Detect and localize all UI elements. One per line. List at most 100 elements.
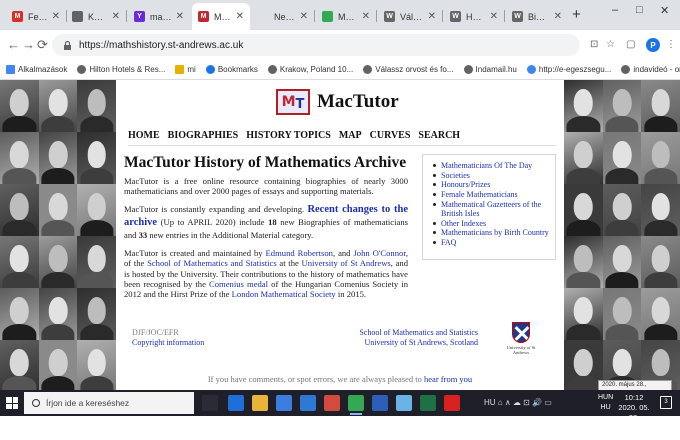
explorer-icon[interactable] <box>252 395 268 411</box>
reload-icon[interactable]: ⟳ <box>37 37 48 53</box>
task-view-icon[interactable] <box>202 395 218 411</box>
browser-tab[interactable]: Ymactutor hi ✕ <box>128 3 190 30</box>
tab-close-icon[interactable]: ✕ <box>362 11 370 22</box>
copyright-link[interactable]: Copyright information <box>132 338 204 348</box>
bookmark-item[interactable]: http://e-egeszsegu... <box>526 65 611 74</box>
john-oconnor-link[interactable]: John O'Connor <box>353 248 405 258</box>
university-crest-icon[interactable]: University of St Andrews <box>506 322 536 360</box>
link-honours-prizes[interactable]: Honours/Prizes <box>431 180 549 189</box>
edge-icon[interactable] <box>228 395 244 411</box>
browser-tab[interactable]: W Horváth Jáno ✕ <box>444 3 504 30</box>
nav-home[interactable]: HOME <box>128 130 160 145</box>
bookmark-item[interactable]: Bookmarks <box>205 65 258 74</box>
link-by-birth-country[interactable]: Mathematicians by Birth Country <box>431 228 549 237</box>
bookmark-item[interactable]: Alkalmazások <box>6 65 67 74</box>
bookmark-item[interactable]: Válassz orvost és fo... <box>363 65 454 74</box>
tab-title: MyWay <box>338 11 358 22</box>
tab-title: Vályi Gyula <box>400 11 424 22</box>
browser-tab[interactable]: New Tab ✕ <box>252 3 314 30</box>
back-icon[interactable]: ← <box>7 37 20 52</box>
tab-close-icon[interactable]: ✕ <box>52 11 60 22</box>
store-icon[interactable] <box>276 395 292 411</box>
nav-curves[interactable]: CURVES <box>370 130 411 145</box>
tab-close-icon[interactable]: ✕ <box>236 11 244 22</box>
tab-close-icon[interactable]: ✕ <box>490 11 498 22</box>
tab-close-icon[interactable]: ✕ <box>112 11 120 22</box>
nav-map[interactable]: MAP <box>339 130 362 145</box>
input-language[interactable]: HUN HU <box>598 393 613 413</box>
link-other-indexes[interactable]: Other Indexes <box>431 219 549 228</box>
excel-icon[interactable] <box>420 395 436 411</box>
bookmark-favicon-icon <box>526 65 536 74</box>
gift-icon[interactable] <box>324 395 340 411</box>
new-tab-button[interactable]: + <box>572 6 581 23</box>
link-female-mathematicians[interactable]: Female Mathematicians <box>431 190 549 199</box>
chrome-icon[interactable] <box>348 395 364 415</box>
comments-line: If you have comments, or spot errors, we… <box>207 374 473 384</box>
address-bar[interactable]: https://mathshistory.st-andrews.ac.uk <box>52 34 580 56</box>
link-mathematicians-of-the-day[interactable]: Mathematicians Of The Day <box>431 161 549 170</box>
mail-icon[interactable] <box>300 395 316 411</box>
bookmark-star-icon[interactable]: ☆ <box>606 39 615 50</box>
paint-icon[interactable] <box>396 395 412 411</box>
nav-biographies[interactable]: BIOGRAPHIES <box>168 130 239 145</box>
bookmark-item[interactable]: Krakow, Poland 10... <box>267 65 353 74</box>
browser-tab[interactable]: M MacTutor Hist ✕ <box>192 3 250 30</box>
comenius-medal-link[interactable]: Comenius medal <box>209 279 268 289</box>
tab-title: Horváth Jáno <box>466 11 486 22</box>
lms-link[interactable]: London Mathematical Society <box>232 289 336 299</box>
word-icon[interactable] <box>372 395 388 411</box>
notification-icon[interactable]: 3 <box>660 396 672 409</box>
acrobat-icon[interactable] <box>444 395 460 411</box>
bookmark-label: Alkalmazások <box>18 65 68 74</box>
about-paragraph: MacTutor is created and maintained by Ed… <box>124 247 408 300</box>
mathematician-portrait <box>77 80 116 132</box>
school-link[interactable]: School of Mathematics and Statistics <box>147 258 277 268</box>
nav-history-topics[interactable]: HISTORY TOPICS <box>246 130 331 145</box>
link-faq[interactable]: FAQ <box>431 238 549 247</box>
bookmark-item[interactable]: mi <box>175 65 196 74</box>
browser-tab[interactable]: M Felkérés - s ✕ <box>6 3 66 30</box>
link-gazetteers[interactable]: Mathematical Gazetteers of the British I… <box>431 200 549 218</box>
bookmarks-bar: Alkalmazások Hilton Hotels & Res... mi Book… <box>0 60 680 80</box>
nav-search[interactable]: SEARCH <box>418 130 460 145</box>
mathematician-portrait <box>77 236 116 288</box>
link-societies[interactable]: Societies <box>431 171 549 180</box>
mactutor-logo[interactable]: MT MacTutor <box>276 89 399 115</box>
maximize-button[interactable]: □ <box>636 4 643 16</box>
profile-avatar[interactable]: P <box>646 38 660 52</box>
page-title: MacTutor History of Mathematics Archive <box>124 154 407 171</box>
edmund-robertson-link[interactable]: Edmund Robertson <box>266 248 333 258</box>
system-tray-icons[interactable]: HU ⌂ ∧ ☁ ⊡ 🔊 ▭ <box>484 398 552 407</box>
mathematician-portrait <box>77 340 116 390</box>
tab-close-icon[interactable]: ✕ <box>300 11 308 22</box>
footer-university-link[interactable]: University of St Andrews, Scotland <box>358 338 478 348</box>
hear-from-you-link[interactable]: hear from you <box>424 374 472 384</box>
mathematician-portrait <box>38 184 78 236</box>
browser-tab[interactable]: W Vályi Gyula ✕ <box>378 3 442 30</box>
menu-icon[interactable]: ⋮ <box>666 39 676 50</box>
crest-label: University of St Andrews <box>506 345 536 355</box>
minimize-button[interactable]: – <box>612 4 618 16</box>
tab-title: Kérjük vonja <box>88 11 108 22</box>
browser-tab[interactable]: W Big Five - W ✕ <box>506 3 568 30</box>
browser-tab[interactable]: MyWay ✕ <box>316 3 376 30</box>
tab-close-icon[interactable]: ✕ <box>428 11 436 22</box>
close-window-button[interactable]: ✕ <box>660 4 669 17</box>
main-column: MacTutor History of Mathematics Archive … <box>124 154 408 308</box>
taskbar-search-box[interactable]: Írjon ide a kereséshez <box>24 392 194 414</box>
extension-icon[interactable]: ▢ <box>626 39 635 50</box>
tab-close-icon[interactable]: ✕ <box>176 11 184 22</box>
tab-favicon-icon: M <box>12 11 23 22</box>
windows-start-icon[interactable] <box>6 397 18 409</box>
bookmark-item[interactable]: Indamail.hu <box>463 65 517 74</box>
university-link[interactable]: University of St Andrews <box>302 258 391 268</box>
translate-icon[interactable]: ⊡ <box>590 39 598 50</box>
tab-close-icon[interactable]: ✕ <box>554 11 562 22</box>
bookmark-item[interactable]: Hilton Hotels & Res... <box>77 65 165 74</box>
footer-school-link[interactable]: School of Mathematics and Statistics <box>358 328 478 338</box>
bookmark-item[interactable]: indavideó - online v... <box>621 65 680 74</box>
browser-tab[interactable]: Kérjük vonja ✕ <box>66 3 126 30</box>
forward-icon[interactable]: → <box>22 37 35 52</box>
tab-title: New Tab <box>274 11 296 22</box>
